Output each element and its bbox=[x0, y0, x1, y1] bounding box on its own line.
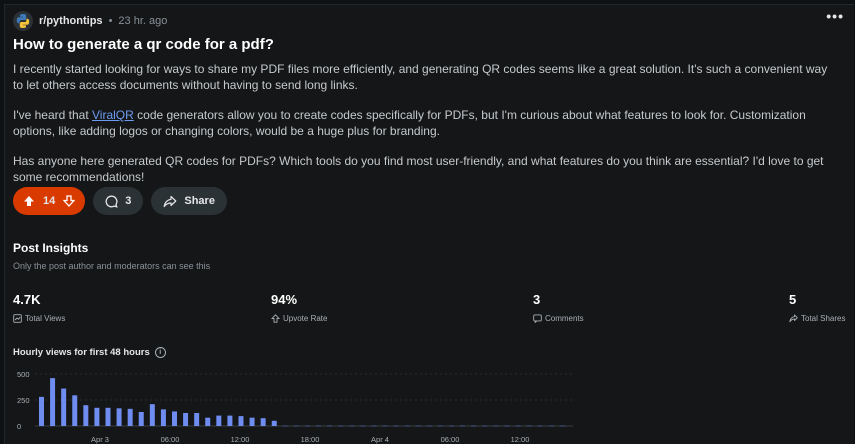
paragraph-2-text-before: I've heard that bbox=[13, 108, 93, 122]
chart-bar bbox=[238, 416, 244, 426]
chart-bar bbox=[83, 405, 89, 426]
post-actions: 14 3 Share bbox=[13, 187, 227, 215]
viralqr-link[interactable]: ViralQR bbox=[92, 108, 134, 122]
post-paragraph-3: Has anyone here generated QR codes for P… bbox=[13, 154, 824, 184]
chart-bar bbox=[537, 425, 543, 427]
comment-bubble-icon bbox=[105, 195, 118, 208]
subreddit-name[interactable]: r/pythontips bbox=[39, 15, 103, 27]
downvote-icon[interactable] bbox=[63, 195, 76, 207]
chart-bar bbox=[438, 425, 443, 427]
chart-bar bbox=[160, 409, 166, 426]
stat-value: 4.7K bbox=[13, 292, 41, 307]
chart-bar bbox=[393, 425, 399, 427]
y-tick-label: 0 bbox=[17, 422, 21, 431]
comments-button[interactable]: 3 bbox=[93, 187, 144, 215]
chart-bar bbox=[360, 425, 366, 427]
share-label: Share bbox=[184, 195, 215, 207]
chart-bar bbox=[305, 425, 310, 427]
stat-value: 3 bbox=[533, 292, 541, 307]
chart-bar bbox=[371, 425, 377, 427]
post-card: r/pythontips • 23 hr. ago ••• How to gen… bbox=[4, 4, 854, 444]
chart-bar bbox=[504, 425, 510, 427]
comments-icon bbox=[533, 314, 542, 323]
chart-bar bbox=[227, 415, 233, 426]
y-tick-label: 500 bbox=[17, 370, 30, 379]
stat-total-views: 4.7K Total Views bbox=[13, 292, 65, 323]
comment-count: 3 bbox=[125, 195, 132, 207]
chart-bar bbox=[72, 395, 78, 426]
post-insights-subtitle: Only the post author and moderators can … bbox=[13, 261, 211, 271]
chart-title: Hourly views for first 48 hours i bbox=[13, 347, 166, 358]
chart-bar bbox=[138, 411, 144, 426]
chart-bar bbox=[349, 425, 355, 427]
subreddit-avatar[interactable] bbox=[13, 11, 33, 31]
chart-bar bbox=[260, 418, 266, 426]
chart-bar bbox=[205, 417, 211, 426]
post-title: How to generate a qr code for a pdf? bbox=[13, 36, 274, 53]
chart-bar bbox=[94, 407, 100, 426]
info-icon[interactable]: i bbox=[154, 347, 166, 358]
chart-bar bbox=[61, 388, 67, 426]
stat-label: Upvote Rate bbox=[283, 314, 328, 323]
chart-bar bbox=[194, 413, 200, 426]
chart-bar bbox=[271, 420, 277, 426]
chart-bar bbox=[415, 425, 421, 427]
chart-bar bbox=[282, 425, 288, 427]
chart-bar bbox=[183, 413, 189, 426]
vote-control: 14 bbox=[13, 187, 86, 215]
stat-label: Comments bbox=[545, 314, 584, 323]
stat-value: 94% bbox=[271, 292, 298, 307]
chart-bar bbox=[293, 425, 299, 427]
chart-bar bbox=[172, 411, 177, 426]
stat-comments: 3 Comments bbox=[533, 292, 584, 323]
chart-bar bbox=[316, 425, 322, 427]
chart-bar bbox=[249, 417, 255, 426]
chart-bar bbox=[526, 425, 532, 427]
y-tick-label: 250 bbox=[17, 396, 30, 405]
hourly-views-chart: 5002500Apr 3 06:00 12:00 18:00 Apr 4 06:00 12:… bbox=[17, 370, 573, 444]
upvote-icon[interactable] bbox=[23, 195, 35, 207]
views-icon bbox=[13, 314, 22, 323]
chart-bar bbox=[327, 425, 333, 427]
chart-bar bbox=[515, 425, 521, 427]
python-logo-icon bbox=[16, 14, 30, 28]
chart-bar bbox=[149, 404, 155, 426]
share-button[interactable]: Share bbox=[151, 187, 227, 215]
stat-total-shares: 5 Total Shares bbox=[789, 292, 845, 323]
chart-bar bbox=[449, 425, 455, 427]
chart-bar bbox=[127, 408, 133, 426]
chart-bar bbox=[404, 425, 410, 427]
stat-label: Total Views bbox=[25, 314, 66, 323]
post-insights-title: Post Insights bbox=[13, 241, 89, 255]
chart-bar bbox=[471, 425, 477, 427]
share-arrow-icon bbox=[163, 195, 177, 207]
stat-label: Total Shares bbox=[801, 314, 846, 323]
post-timestamp: 23 hr. ago bbox=[118, 15, 168, 27]
more-options-button[interactable]: ••• bbox=[826, 9, 844, 23]
chart-bar bbox=[216, 415, 222, 426]
chart-bar bbox=[50, 378, 56, 426]
upvote-rate-icon bbox=[271, 314, 280, 323]
chart-bar bbox=[338, 425, 344, 427]
stat-value: 5 bbox=[789, 292, 797, 307]
chart-bar bbox=[116, 408, 122, 426]
meta-separator: • bbox=[108, 15, 113, 27]
stat-upvote-rate: 94% Upvote Rate bbox=[271, 292, 327, 323]
chart-bar bbox=[382, 425, 388, 427]
post-header: r/pythontips • 23 hr. ago bbox=[13, 9, 167, 33]
chart-bar bbox=[39, 396, 44, 426]
post-paragraph-2: I've heard that ViralQR code generators … bbox=[13, 107, 838, 139]
chart-bar bbox=[105, 407, 111, 426]
chart-title-text: Hourly views for first 48 hours bbox=[13, 347, 150, 358]
chart-bar bbox=[460, 425, 466, 427]
shares-icon bbox=[789, 314, 798, 323]
chart-bar bbox=[548, 425, 554, 427]
chart-bar bbox=[482, 425, 488, 427]
vote-count: 14 bbox=[43, 195, 56, 207]
chart-bar bbox=[493, 425, 499, 427]
chart-bar bbox=[426, 425, 432, 427]
post-paragraph-1: I recently started looking for ways to s… bbox=[13, 62, 828, 92]
chart-bar bbox=[559, 425, 565, 427]
